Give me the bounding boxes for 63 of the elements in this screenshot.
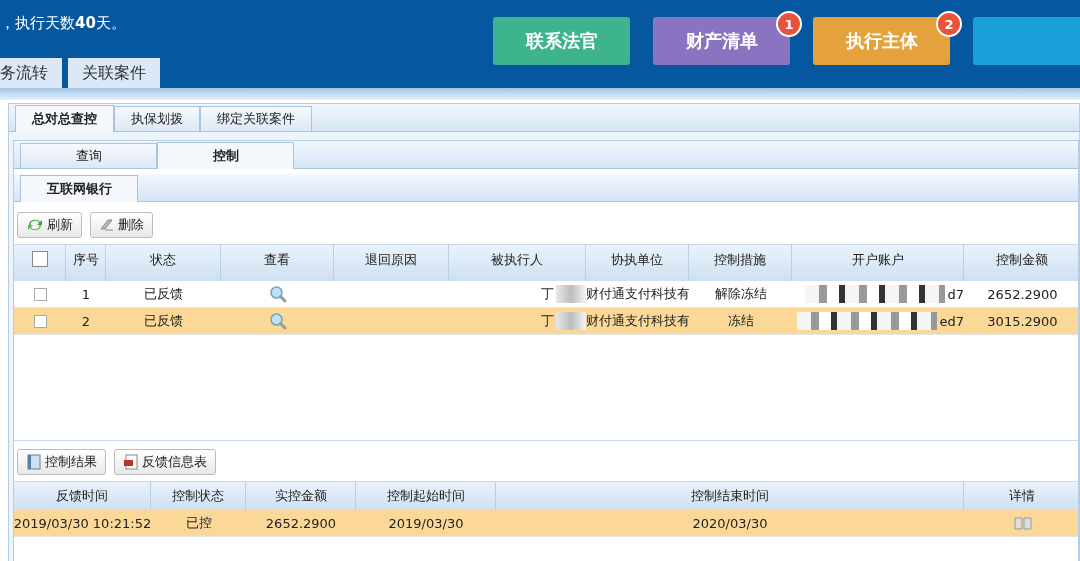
column-header: 控制状态 bbox=[172, 487, 224, 505]
table-cell: 已反馈 bbox=[144, 285, 183, 303]
table-cell: ed7 bbox=[939, 313, 964, 329]
table-cell: 2019/03/30 10:21:52 bbox=[14, 515, 151, 531]
column-header: 控制起始时间 bbox=[386, 487, 465, 505]
column-header: 控制金额 bbox=[996, 251, 1048, 269]
case-tab[interactable]: 务流转 bbox=[0, 58, 62, 88]
refresh-icon bbox=[26, 218, 44, 232]
count-badge: 2 bbox=[936, 11, 962, 37]
tab[interactable]: 查询 bbox=[20, 143, 157, 168]
table-cell: 2 bbox=[81, 313, 91, 329]
magnifier-icon[interactable] bbox=[268, 312, 287, 330]
book-icon[interactable] bbox=[1013, 516, 1032, 530]
case-info-text: ，执行天数40天。 bbox=[0, 14, 127, 33]
blurred-block bbox=[556, 285, 586, 303]
count-badge: 1 bbox=[776, 11, 802, 37]
column-header: 序号 bbox=[72, 251, 99, 269]
column-header: 详情 bbox=[1009, 487, 1035, 505]
table-cell: 2020/03/30 bbox=[692, 515, 768, 531]
blurred-block bbox=[556, 312, 586, 330]
table-cell: 2019/03/30 bbox=[388, 515, 464, 531]
table-cell: 已反馈 bbox=[144, 312, 183, 330]
document-icon bbox=[123, 454, 139, 470]
column-header: 控制结束时间 bbox=[690, 487, 769, 505]
tab[interactable]: 绑定关联案件 bbox=[200, 106, 312, 131]
eraser-icon bbox=[99, 218, 115, 232]
table-cell: d7 bbox=[947, 286, 964, 302]
refresh-button[interactable]: 刷新 bbox=[17, 212, 82, 238]
row-checkbox[interactable] bbox=[33, 314, 47, 328]
magnifier-icon[interactable] bbox=[268, 285, 287, 303]
table-cell: 冻结 bbox=[727, 312, 754, 330]
column-header: 被执行人 bbox=[491, 251, 543, 269]
book-icon bbox=[26, 454, 42, 470]
case-tab[interactable]: 关联案件 bbox=[68, 58, 160, 88]
table-cell: 丁 bbox=[541, 312, 554, 330]
table-cell: 财付通支付科技有 bbox=[586, 285, 689, 303]
column-header: 反馈时间 bbox=[56, 487, 108, 505]
select-all-checkbox[interactable] bbox=[31, 251, 48, 267]
table-cell: 2652.2900 bbox=[987, 286, 1058, 302]
table-cell: 1 bbox=[81, 286, 91, 302]
table-cell: 解除冻结 bbox=[714, 285, 767, 303]
column-header: 开户账户 bbox=[851, 251, 904, 269]
control-result-button[interactable]: 控制结果 bbox=[17, 449, 106, 475]
table-row[interactable]: 2 已反馈 丁 财付通支付科技有 冻结 ed7 3015.2900 bbox=[14, 308, 1078, 335]
tab[interactable]: 控制 bbox=[157, 142, 294, 169]
column-header: 控制措施 bbox=[714, 251, 766, 269]
table-cell: 已控 bbox=[185, 514, 212, 532]
column-header: 协执单位 bbox=[611, 251, 663, 269]
table-cell: 3015.2900 bbox=[987, 313, 1058, 329]
tab[interactable]: 互联网银行 bbox=[20, 175, 138, 202]
table-cell: 丁 bbox=[541, 285, 554, 303]
table-cell: 财付通支付科技有 bbox=[586, 312, 689, 330]
tab[interactable]: 总对总查控 bbox=[15, 105, 114, 132]
table-cell: 2652.2900 bbox=[265, 515, 337, 531]
table-row[interactable]: 2019/03/30 10:21:52 已控 2652.2900 2019/03/30 2020/03/30 bbox=[14, 510, 1078, 537]
column-header: 查看 bbox=[264, 251, 290, 269]
column-header: 状态 bbox=[150, 251, 176, 269]
feedback-form-button[interactable]: 反馈信息表 bbox=[114, 449, 216, 475]
column-header: 实控金额 bbox=[274, 487, 327, 505]
delete-button[interactable]: 删除 bbox=[90, 212, 153, 238]
row-checkbox[interactable] bbox=[33, 287, 47, 301]
column-header: 退回原因 bbox=[365, 251, 417, 269]
tab[interactable]: 执保划拨 bbox=[114, 106, 200, 131]
